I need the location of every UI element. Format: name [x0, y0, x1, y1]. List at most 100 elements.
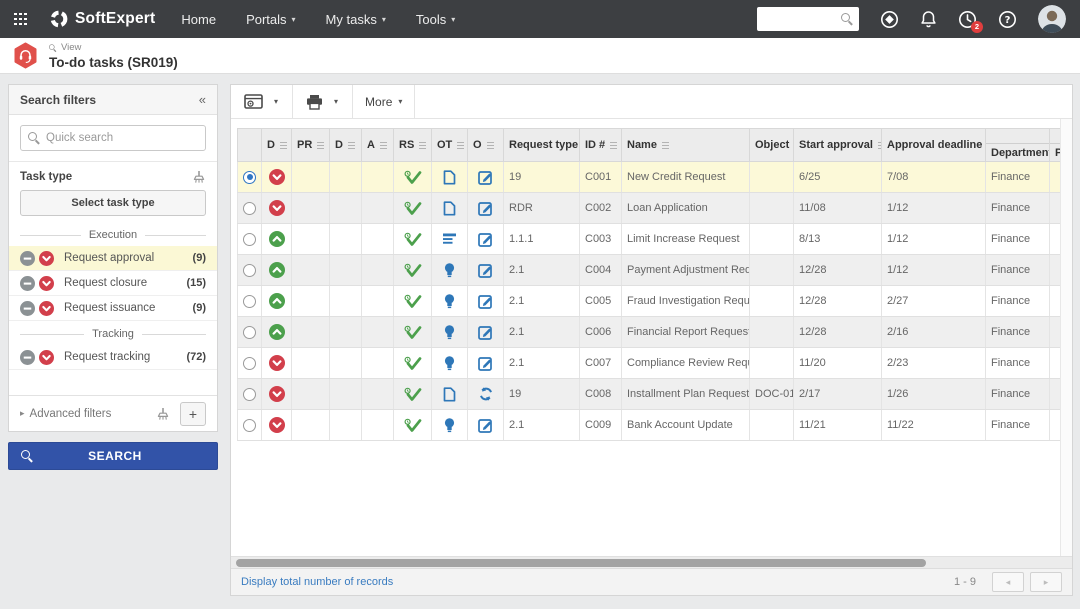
- view-options-caret[interactable]: ▾: [268, 97, 284, 106]
- column-header-rs[interactable]: RS: [394, 129, 432, 162]
- scrollbar-thumb[interactable]: [236, 559, 926, 567]
- view-record-button[interactable]: [239, 90, 268, 114]
- advanced-filters-toggle[interactable]: ▸ Advanced filters: [20, 408, 146, 420]
- column-header-ot[interactable]: OT: [432, 129, 468, 162]
- brand-logo[interactable]: SoftExpert: [49, 9, 155, 29]
- sidebar-item-request-closure[interactable]: Request closure (15): [9, 271, 217, 296]
- column-header-o[interactable]: O: [468, 129, 504, 162]
- release-check-icon: [404, 201, 422, 216]
- cell-approval-deadline: 7/08: [882, 162, 986, 193]
- row-radio[interactable]: [243, 171, 256, 184]
- more-button[interactable]: More ▾: [361, 95, 406, 109]
- cell-object: [750, 193, 794, 224]
- global-search-input[interactable]: [763, 13, 841, 25]
- bulb-icon[interactable]: [444, 263, 455, 278]
- column-header-name[interactable]: Name: [622, 129, 750, 162]
- row-radio[interactable]: [243, 295, 256, 308]
- nav-item-my-tasks[interactable]: My tasks▾: [326, 12, 386, 27]
- chevron-up-circle-icon: [269, 324, 285, 340]
- clear-filter-icon[interactable]: [192, 170, 206, 184]
- row-radio[interactable]: [243, 326, 256, 339]
- horizontal-scrollbar[interactable]: [231, 556, 1072, 568]
- column-header-request-type[interactable]: Request type: [504, 129, 580, 162]
- edit-icon[interactable]: [478, 263, 493, 278]
- doc-icon[interactable]: [443, 170, 456, 185]
- column-header-d[interactable]: D: [330, 129, 362, 162]
- select-task-type-button[interactable]: Select task type: [20, 190, 206, 216]
- next-page-button[interactable]: ▸: [1030, 572, 1062, 592]
- row-radio[interactable]: [243, 233, 256, 246]
- column-header-a[interactable]: A: [362, 129, 394, 162]
- help-button[interactable]: ?: [998, 10, 1017, 29]
- chevron-down-circle-icon: [269, 386, 285, 402]
- row-radio[interactable]: [243, 264, 256, 277]
- doc-icon[interactable]: [443, 201, 456, 216]
- vertical-scrollbar[interactable]: [1060, 119, 1072, 556]
- row-radio[interactable]: [243, 419, 256, 432]
- nav-item-portals[interactable]: Portals▾: [246, 12, 295, 27]
- sidebar-item-request-tracking[interactable]: Request tracking (72): [9, 345, 217, 370]
- search-icon[interactable]: [841, 13, 853, 25]
- column-header-approval-deadline[interactable]: Approval deadline: [882, 129, 986, 162]
- display-total-link[interactable]: Display total number of records: [241, 576, 393, 588]
- cell-request-type: 2.1: [504, 317, 580, 348]
- explore-button[interactable]: [880, 10, 899, 29]
- row-radio[interactable]: [243, 388, 256, 401]
- sidebar-item-request-issuance[interactable]: Request issuance (9): [9, 296, 217, 321]
- cell-id: C003: [580, 224, 622, 255]
- print-button[interactable]: [301, 90, 328, 114]
- user-avatar[interactable]: [1038, 5, 1066, 33]
- sidebar-item-request-approval[interactable]: Request approval (9): [9, 246, 217, 271]
- top-bar: SoftExpert Home Portals▾ My tasks▾ Tools▾ 2…: [0, 0, 1080, 38]
- previous-page-button[interactable]: ◂: [992, 572, 1024, 592]
- edit-icon[interactable]: [478, 325, 493, 340]
- column-header-start-approval[interactable]: Start approval: [794, 129, 882, 162]
- column-header-d[interactable]: D: [262, 129, 292, 162]
- edit-icon[interactable]: [478, 356, 493, 371]
- page-header-band: View To-do tasks (SR019): [0, 38, 1080, 74]
- column-header-pr[interactable]: PR: [292, 129, 330, 162]
- apps-grid-icon[interactable]: [14, 13, 27, 26]
- sort-icon: [348, 142, 355, 149]
- doc-icon[interactable]: [443, 387, 456, 402]
- notification-count-badge: 2: [971, 21, 983, 33]
- quick-search-input[interactable]: [46, 132, 198, 144]
- row-radio[interactable]: [243, 202, 256, 215]
- pending-tasks-button[interactable]: 2: [958, 10, 977, 29]
- bulb-icon[interactable]: [444, 325, 455, 340]
- edit-icon[interactable]: [478, 418, 493, 433]
- edit-icon[interactable]: [478, 232, 493, 247]
- refresh-icon[interactable]: [479, 387, 493, 401]
- table-row: 1.1.1 C003 Limit Increase Request 8/13 1…: [238, 224, 1073, 255]
- search-button[interactable]: SEARCH: [8, 442, 218, 470]
- cell-object: [750, 224, 794, 255]
- bulb-icon[interactable]: [444, 356, 455, 371]
- release-check-icon: [404, 387, 422, 402]
- bulb-icon[interactable]: [444, 294, 455, 309]
- release-check-icon: [404, 263, 422, 278]
- notifications-button[interactable]: [920, 10, 937, 28]
- collapse-panel-icon[interactable]: «: [199, 92, 206, 107]
- search-button-icon: [21, 450, 33, 462]
- nav-item-home[interactable]: Home: [181, 12, 216, 27]
- cell-request-type: 19: [504, 162, 580, 193]
- toolbar-separator: [414, 85, 415, 119]
- column-header-id-[interactable]: ID #: [580, 129, 622, 162]
- list-icon[interactable]: [443, 233, 457, 245]
- edit-icon[interactable]: [478, 170, 493, 185]
- cell-id: C004: [580, 255, 622, 286]
- edit-icon[interactable]: [478, 294, 493, 309]
- clear-advanced-filters-icon[interactable]: [156, 407, 170, 421]
- print-options-caret[interactable]: ▾: [328, 97, 344, 106]
- cell-name: Financial Report Request: [622, 317, 750, 348]
- cell-name: Bank Account Update: [622, 410, 750, 441]
- edit-icon[interactable]: [478, 201, 493, 216]
- row-radio[interactable]: [243, 357, 256, 370]
- help-icon: ?: [998, 10, 1017, 29]
- bulb-icon[interactable]: [444, 418, 455, 433]
- add-filter-button[interactable]: +: [180, 402, 206, 426]
- global-search: [757, 7, 859, 31]
- nav-item-tools[interactable]: Tools▾: [416, 12, 455, 27]
- cell-start-approval: 2/17: [794, 379, 882, 410]
- chevron-down-circle-icon: [269, 355, 285, 371]
